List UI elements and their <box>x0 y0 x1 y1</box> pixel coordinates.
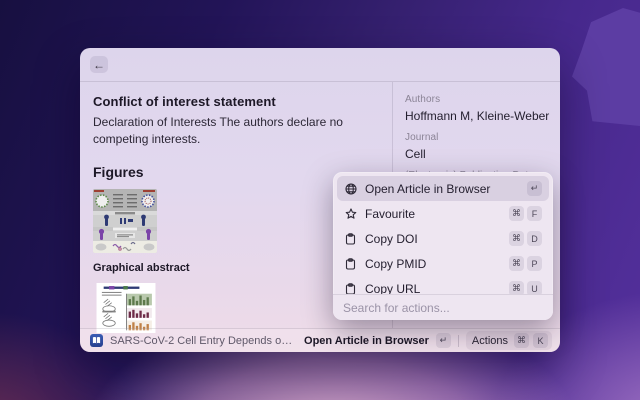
actions-button[interactable]: Actions ⌘ K <box>466 331 552 350</box>
metadata-field-journal: Journal Cell <box>405 132 550 161</box>
actions-label: Actions <box>470 335 510 347</box>
return-key-badge: ↵ <box>527 181 542 196</box>
article-title: SARS-CoV-2 Cell Entry Depends on ACE2 an… <box>110 335 297 347</box>
window-header: ← <box>80 48 560 82</box>
cmd-key-badge: ⌘ <box>514 333 529 348</box>
graphical-abstract-thumbnail[interactable] <box>93 189 157 253</box>
menu-item-favourite[interactable]: Favourite ⌘ F <box>337 201 549 226</box>
field-value: Cell <box>405 147 550 161</box>
menu-item-copy-doi[interactable]: Copy DOI ⌘ D <box>337 226 549 251</box>
f-key-badge: F <box>527 206 542 221</box>
cmd-key-badge: ⌘ <box>509 231 524 246</box>
actions-search-bar <box>333 294 553 320</box>
d-key-badge: D <box>527 231 542 246</box>
back-arrow-icon: ← <box>93 58 105 72</box>
metadata-field-authors: Authors Hoffmann M, Kleine-Weber H, Schr… <box>405 94 550 123</box>
return-key-badge: ↵ <box>436 333 451 348</box>
field-label: Authors <box>405 94 550 105</box>
field-label: Journal <box>405 132 550 143</box>
menu-item-copy-pmid[interactable]: Copy PMID ⌘ P <box>337 251 549 276</box>
section-title: Conflict of interest statement <box>93 94 378 109</box>
primary-action-label[interactable]: Open Article in Browser <box>304 335 429 347</box>
clipboard-icon <box>344 283 357 295</box>
clipboard-icon <box>344 258 357 270</box>
u-key-badge: U <box>527 281 542 294</box>
figure-thumbnail[interactable] <box>93 283 159 333</box>
wallpaper-shape <box>572 8 640 126</box>
status-bar: SARS-CoV-2 Cell Entry Depends on ACE2 an… <box>80 328 560 352</box>
star-icon <box>344 208 357 220</box>
section-body: Declaration of Interests The authors dec… <box>93 114 378 148</box>
menu-item-label: Favourite <box>365 207 501 221</box>
menu-item-copy-url[interactable]: Copy URL ⌘ U <box>337 276 549 294</box>
menu-item-label: Copy URL <box>365 282 501 295</box>
menu-item-label: Copy DOI <box>365 232 501 246</box>
actions-menu-list: Open Article in Browser ↵ Favourite ⌘ F … <box>333 172 553 294</box>
field-value: Hoffmann M, Kleine-Weber H, Schr... <box>405 109 550 123</box>
actions-menu: Open Article in Browser ↵ Favourite ⌘ F … <box>333 172 553 320</box>
pubmed-app-icon <box>90 334 103 347</box>
globe-icon <box>344 183 357 195</box>
p-key-badge: P <box>527 256 542 271</box>
cmd-key-badge: ⌘ <box>509 256 524 271</box>
actions-search-input[interactable] <box>343 301 543 315</box>
cmd-key-badge: ⌘ <box>509 206 524 221</box>
back-button[interactable]: ← <box>90 56 108 73</box>
menu-item-label: Copy PMID <box>365 257 501 271</box>
menu-item-label: Open Article in Browser <box>365 182 519 196</box>
divider <box>458 335 459 347</box>
cmd-key-badge: ⌘ <box>509 281 524 294</box>
clipboard-icon <box>344 233 357 245</box>
menu-item-open-article-in-browser[interactable]: Open Article in Browser ↵ <box>337 176 549 201</box>
k-key-badge: K <box>533 333 548 348</box>
